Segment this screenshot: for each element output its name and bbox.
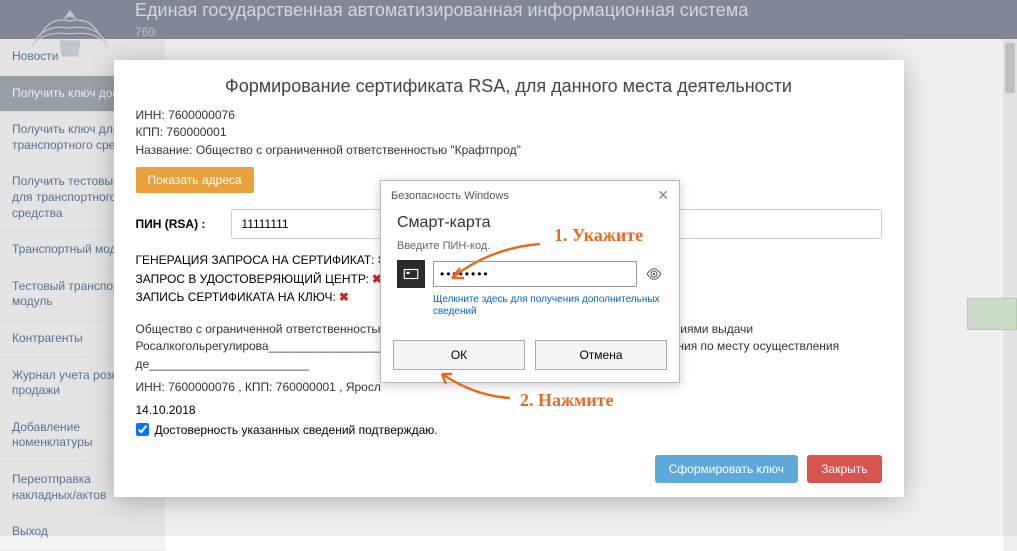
kpp-value: 760000001 xyxy=(166,125,226,139)
inn-label: ИНН: xyxy=(136,108,165,122)
dialog-buttons: ОК Отмена xyxy=(381,330,679,382)
name-value: Общество с ограниченной ответственностью… xyxy=(196,143,521,157)
confirm-label: Достоверность указанных сведений подтвер… xyxy=(155,423,438,437)
status-write: ЗАПИСЬ СЕРТИФИКАТА НА КЛЮЧ: xyxy=(136,290,336,304)
inn-value: 7600000076 xyxy=(168,108,235,122)
org-info: ИНН: 7600000076 КПП: 760000001 Название:… xyxy=(136,107,882,159)
x-icon: ✖ xyxy=(339,290,349,304)
dialog-titlebar: Безопасность Windows ✕ xyxy=(381,181,679,210)
ok-button[interactable]: ОК xyxy=(393,340,525,370)
modal-title: Формирование сертификата RSA, для данног… xyxy=(136,76,882,97)
kpp-label: КПП: xyxy=(136,125,164,139)
dialog-title: Безопасность Windows xyxy=(391,190,509,202)
status-gen: ГЕНЕРАЦИЯ ЗАПРОСА НА СЕРТИФИКАТ: xyxy=(136,253,375,267)
close-button[interactable]: Закрыть xyxy=(807,455,881,483)
name-label: Название: xyxy=(136,143,193,157)
arrow-icon xyxy=(430,368,520,408)
confirm-row: Достоверность указанных сведений подтвер… xyxy=(136,423,882,437)
modal-footer: Сформировать ключ Закрыть xyxy=(136,455,882,483)
reveal-password-icon[interactable] xyxy=(645,265,663,283)
cancel-button[interactable]: Отмена xyxy=(535,340,667,370)
close-icon[interactable]: ✕ xyxy=(657,187,669,204)
more-info-link[interactable]: Щелкните здесь для получения дополнитель… xyxy=(433,294,663,318)
confirm-checkbox[interactable] xyxy=(136,423,149,436)
status-req: ЗАПРОС В УДОСТОВЕРЯЮЩИЙ ЦЕНТР: xyxy=(136,272,369,286)
arrow-icon xyxy=(440,238,550,288)
dialog-heading: Смарт-карта xyxy=(397,214,663,232)
pin-label: ПИН (RSA) : xyxy=(136,217,206,231)
show-addresses-button[interactable]: Показать адреса xyxy=(136,167,254,193)
generate-key-button[interactable]: Сформировать ключ xyxy=(655,455,798,483)
smartcard-icon xyxy=(397,260,425,288)
